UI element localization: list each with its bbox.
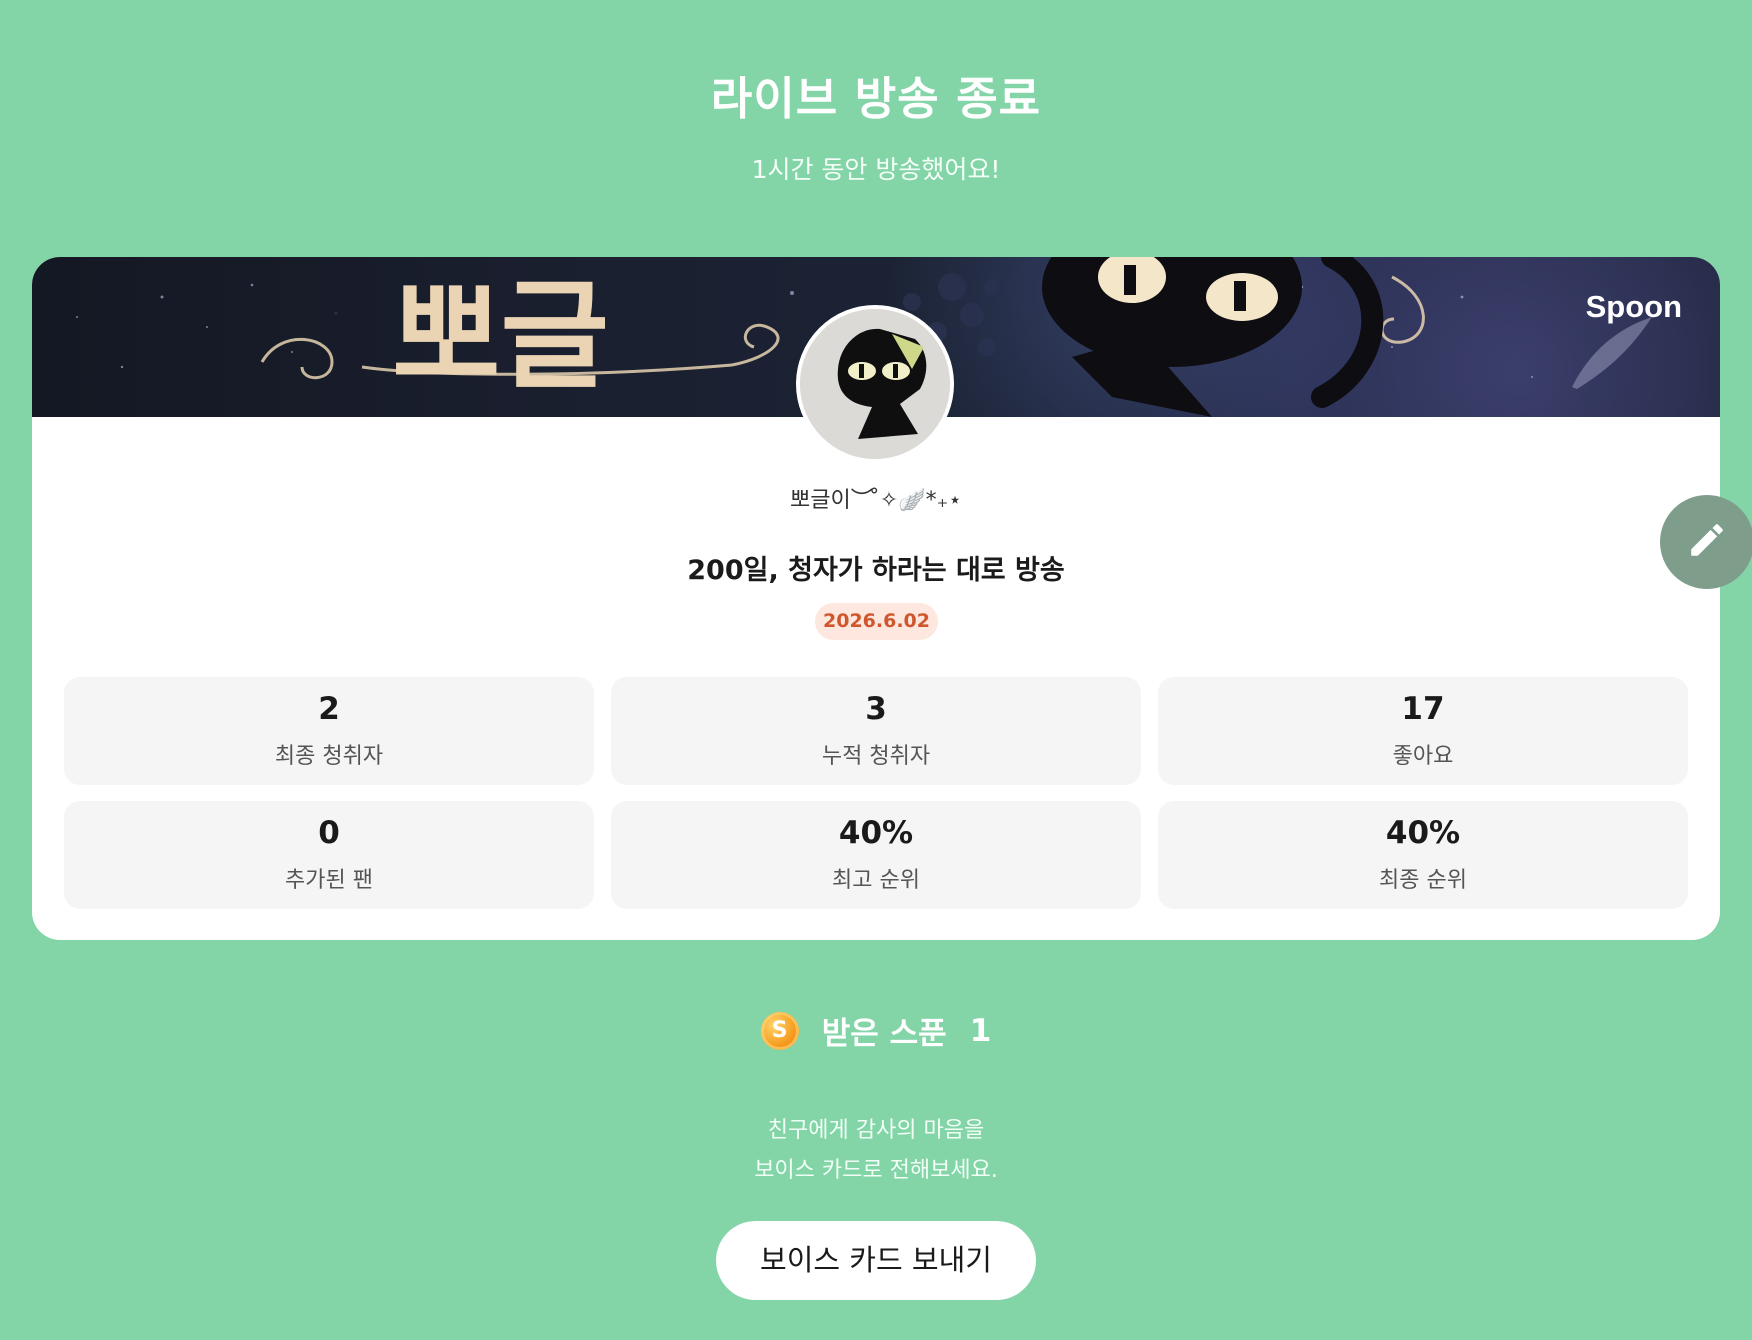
- stat-value: 2: [318, 691, 340, 727]
- thanks-message-line-2: 보이스 카드로 전해보세요.: [754, 1158, 998, 1183]
- stat-value: 0: [318, 815, 340, 851]
- stat-label: 최종 청취자: [274, 744, 384, 769]
- received-spoons-label: 받은 스푼: [821, 1016, 947, 1052]
- spoon-logo: Spoon: [1585, 289, 1682, 324]
- cat-avatar-icon: [800, 309, 950, 459]
- avatar[interactable]: [796, 305, 954, 463]
- banner-cat-silhouette: [1042, 257, 1384, 417]
- stat-value: 3: [865, 691, 887, 727]
- stat-likes: 17 좋아요: [1158, 677, 1688, 785]
- stat-value: 40%: [1385, 815, 1461, 851]
- stat-new-fans: 0 추가된 팬: [64, 801, 594, 909]
- stat-final-rank: 40% 최종 순위: [1158, 801, 1688, 909]
- stat-label: 최종 순위: [1379, 868, 1467, 893]
- stat-total-listeners: 3 누적 청취자: [611, 677, 1141, 785]
- stat-label: 추가된 팬: [285, 868, 373, 893]
- send-voice-card-button[interactable]: 보이스 카드 보내기: [716, 1221, 1036, 1300]
- stat-final-listeners: 2 최종 청취자: [64, 677, 594, 785]
- banner-text: 뽀글: [392, 266, 609, 405]
- stat-label: 최고 순위: [832, 868, 920, 893]
- stat-label: 좋아요: [1392, 744, 1454, 769]
- broadcast-title: 200일, 청자가 하라는 대로 방송: [687, 555, 1065, 586]
- thanks-message-line-1: 친구에게 감사의 마음을: [767, 1118, 985, 1143]
- stat-value: 40%: [838, 815, 914, 851]
- stat-value: 17: [1401, 691, 1445, 727]
- date-badge: 2026.6.02: [815, 603, 938, 640]
- page-title: 라이브 방송 종료: [710, 72, 1042, 125]
- pencil-icon: [1691, 524, 1723, 556]
- edit-button[interactable]: [1660, 495, 1752, 589]
- broadcast-duration: 1시간 동안 방송했어요!: [751, 155, 1001, 184]
- received-spoons: S 받은 스푼 1: [0, 1008, 1752, 1052]
- received-spoons-count: 1: [969, 1012, 992, 1049]
- spoon-coin-icon: S: [760, 1011, 799, 1050]
- username: 뽀글이︶ ̊✧🪽*₊⋆: [790, 488, 962, 513]
- stat-label: 누적 청취자: [821, 744, 931, 769]
- stat-best-rank: 40% 최고 순위: [611, 801, 1141, 909]
